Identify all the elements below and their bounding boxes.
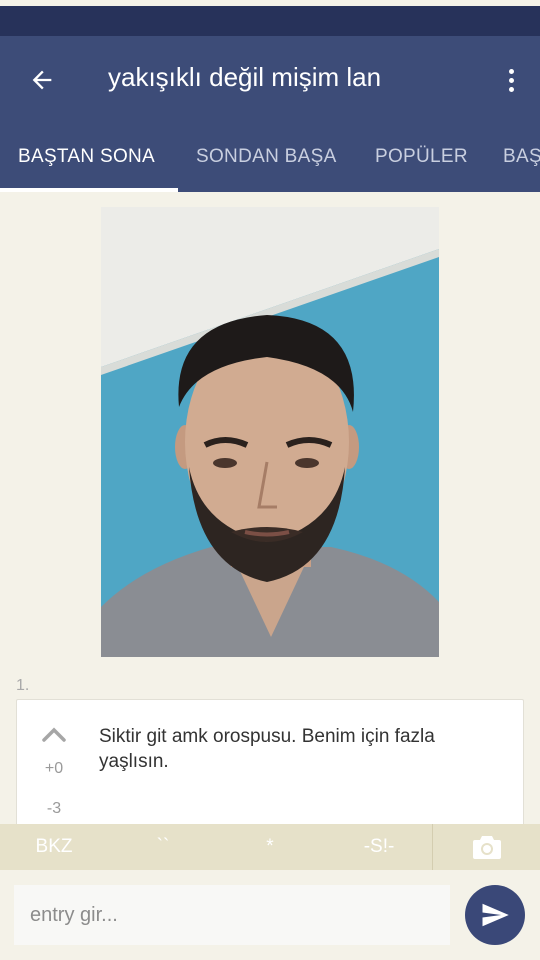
app-bar: yakışıklı değil mişim lan <box>0 36 540 122</box>
downvote-count[interactable]: -3 <box>33 800 75 818</box>
tab-bar: BAŞTAN SONA SONDAN BAŞA POPÜLER BAŞ <box>0 122 540 192</box>
upvote-button[interactable] <box>39 722 69 746</box>
camera-icon <box>473 836 501 859</box>
send-button[interactable] <box>465 885 525 945</box>
entry-text: Siktir git amk orospusu. Benim için fazl… <box>99 726 435 772</box>
arrow-left-icon <box>32 70 52 90</box>
status-bar-edge <box>0 0 540 6</box>
format-toolbar: BKZ `` * -S!- <box>0 824 540 870</box>
entry-number: 1. <box>16 677 30 694</box>
entry-list[interactable]: 1. +0 -3 Siktir git amk orospusu. Benim … <box>0 192 540 824</box>
bkz-button[interactable]: BKZ <box>20 824 88 870</box>
composer-bar <box>0 870 540 960</box>
upvote-count: +0 <box>44 760 64 777</box>
tab-bas[interactable]: BAŞ <box>503 122 540 192</box>
overflow-menu-button[interactable] <box>496 62 526 98</box>
tab-sondan-basa[interactable]: SONDAN BAŞA <box>196 122 337 192</box>
page-title: yakışıklı değil mişim lan <box>108 62 382 92</box>
status-bar <box>0 0 540 36</box>
spoiler-button[interactable]: -S!- <box>352 824 406 870</box>
asterisk-button[interactable]: * <box>250 824 290 870</box>
entry-photo[interactable] <box>101 207 439 657</box>
more-vert-dot <box>508 86 514 92</box>
entry-input[interactable] <box>14 885 450 945</box>
toolbar-divider <box>432 824 433 870</box>
more-vert-icon <box>508 68 514 74</box>
backtick-button[interactable]: `` <box>138 824 188 870</box>
tab-bastan-sona[interactable]: BAŞTAN SONA <box>18 122 155 192</box>
send-icon <box>482 903 509 927</box>
chevron-up-icon <box>42 727 66 742</box>
camera-button[interactable] <box>462 824 512 870</box>
entry-card: +0 -3 Siktir git amk orospusu. Benim içi… <box>16 699 524 824</box>
more-vert-dot <box>508 77 514 83</box>
tab-populer[interactable]: POPÜLER <box>375 122 468 192</box>
portrait-image <box>101 207 439 657</box>
back-button[interactable] <box>18 60 66 100</box>
